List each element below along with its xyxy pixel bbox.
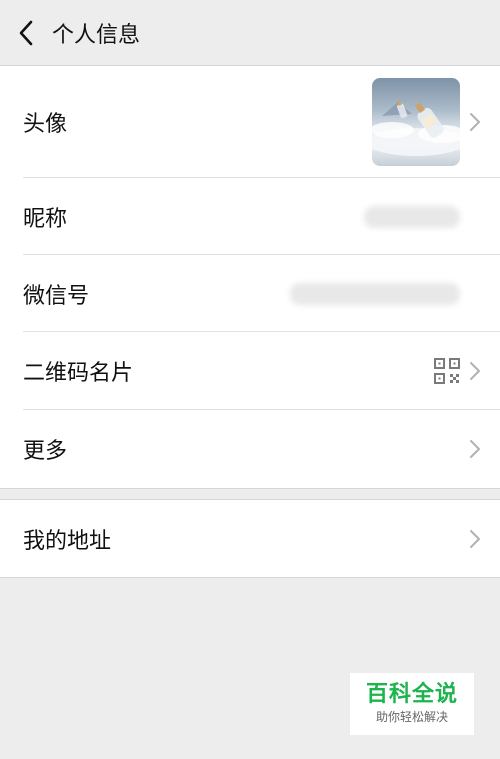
nickname-row[interactable]: 昵称	[0, 178, 500, 255]
section-divider	[0, 488, 500, 500]
address-label: 我的地址	[23, 528, 112, 554]
wechat-id-row[interactable]: 微信号	[0, 255, 500, 332]
qr-code-icon	[434, 358, 460, 384]
avatar-label: 头像	[23, 112, 68, 137]
wechat-id-label: 微信号	[23, 283, 90, 309]
watermark-subtitle: 助你轻松解决	[375, 710, 448, 724]
back-arrow-icon	[19, 20, 33, 45]
qr-card-row[interactable]: 二维码名片	[0, 332, 500, 410]
chevron-right-icon	[470, 529, 480, 548]
page-title: 个人信息	[52, 22, 141, 48]
address-group: 我的地址	[0, 500, 500, 578]
watermark-title: 百科全说	[365, 682, 458, 707]
chevron-right-icon	[470, 440, 480, 458]
more-label: 更多	[23, 439, 68, 464]
more-row[interactable]: 更多	[0, 410, 500, 488]
avatar	[372, 78, 460, 166]
nickname-value-blurred	[364, 205, 460, 228]
avatar-row[interactable]: 头像	[0, 66, 500, 178]
watermark: 百科全说 助你轻松解决	[350, 673, 474, 735]
chevron-right-icon	[470, 362, 480, 380]
back-button[interactable]	[0, 0, 52, 66]
avatar-image	[372, 100, 460, 156]
address-row[interactable]: 我的地址	[0, 500, 500, 577]
profile-group: 头像 昵称 微信号 二维码名片 更多	[0, 66, 500, 488]
top-bar: 个人信息	[0, 0, 500, 66]
nickname-label: 昵称	[23, 206, 68, 232]
wechat-id-value-blurred	[290, 282, 460, 305]
chevron-right-icon	[470, 113, 480, 131]
qr-card-label: 二维码名片	[23, 361, 134, 386]
